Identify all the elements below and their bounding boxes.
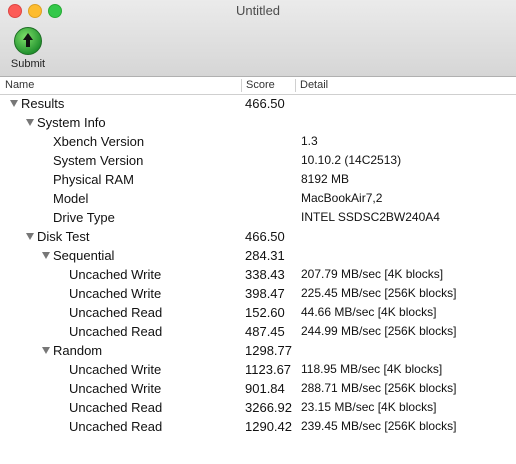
row-score: 398.47 [245,286,285,301]
outline-row[interactable]: Model MacBookAir7,2 [0,189,516,208]
row-label: Random [53,343,103,358]
row-score: 466.50 [245,229,285,244]
disclosure-triangle-icon[interactable] [42,252,50,259]
outline-row[interactable]: Uncached Write 1123.67 118.95 MB/sec [4K b… [0,360,516,379]
row-label: System Version [53,153,144,168]
row-label: Uncached Read [69,400,163,415]
column-header-score[interactable]: Score [246,79,275,91]
outline-row[interactable]: Physical RAM 8192 MB [0,170,516,189]
row-score: 284.31 [245,248,285,263]
disclosure-triangle-icon[interactable] [26,233,34,240]
row-detail: 23.15 MB/sec [4K blocks] [301,400,437,414]
row-detail: 118.95 MB/sec [4K blocks] [301,362,443,376]
row-label: Disk Test [37,229,90,244]
outline-row[interactable]: System Info [0,113,516,132]
row-score: 901.84 [245,381,285,396]
row-label: Xbench Version [53,134,145,149]
xbench-window: Untitled Submit Name Score Detail Result… [0,0,516,464]
row-name: Model [53,191,88,206]
column-divider[interactable] [295,79,296,92]
row-detail: 288.71 MB/sec [256K blocks] [301,381,457,395]
row-label: Model [53,191,89,206]
row-score: 487.45 [245,324,285,339]
outline-row[interactable]: Uncached Read 1290.42 239.45 MB/sec [256K … [0,417,516,436]
row-score: 1123.67 [245,362,292,377]
row-label: Uncached Read [69,305,163,320]
row-detail: 1.3 [301,134,318,148]
row-label: System Info [37,115,106,130]
disclosure-triangle-icon[interactable] [26,119,34,126]
row-name: Uncached Write [69,362,161,377]
row-name: Uncached Read [69,324,162,339]
row-detail: 239.45 MB/sec [256K blocks] [301,419,457,433]
row-name: System Version [53,153,143,168]
disclosure-triangle-icon[interactable] [42,347,50,354]
row-name: Uncached Read [69,305,162,320]
results-outline: Results 466.50 System Info Xbench Version 1.… [0,94,516,436]
row-score: 466.50 [245,96,285,111]
row-name: System Info [26,115,106,130]
outline-row[interactable]: Disk Test 466.50 [0,227,516,246]
outline-row[interactable]: Uncached Read 487.45 244.99 MB/sec [256K b… [0,322,516,341]
outline-row[interactable]: Random 1298.77 [0,341,516,360]
row-label: Uncached Write [69,381,162,396]
row-label: Uncached Read [69,419,163,434]
outline-row[interactable]: Uncached Write 338.43 207.79 MB/sec [4K bl… [0,265,516,284]
outline-row[interactable]: Xbench Version 1.3 [0,132,516,151]
row-label: Sequential [53,248,115,263]
row-label: Drive Type [53,210,115,225]
row-name: Sequential [42,248,114,263]
outline-row[interactable]: Uncached Write 901.84 288.71 MB/sec [256K … [0,379,516,398]
row-label: Uncached Write [69,362,162,377]
row-detail: MacBookAir7,2 [301,191,383,205]
row-label: Uncached Write [69,267,162,282]
row-name: Uncached Read [69,400,162,415]
row-score: 3266.92 [245,400,292,415]
column-header: Name Score Detail [0,77,516,95]
outline-row[interactable]: System Version 10.10.2 (14C2513) [0,151,516,170]
row-name: Uncached Write [69,267,161,282]
row-name: Drive Type [53,210,115,225]
submit-label: Submit [10,58,46,70]
outline-row[interactable]: Uncached Read 3266.92 23.15 MB/sec [4K blo… [0,398,516,417]
row-label: Uncached Read [69,324,163,339]
upload-arrow-icon [14,27,42,55]
outline-row[interactable]: Sequential 284.31 [0,246,516,265]
row-detail: 44.66 MB/sec [4K blocks] [301,305,437,319]
disclosure-triangle-icon[interactable] [10,100,18,107]
row-name: Xbench Version [53,134,144,149]
row-name: Disk Test [26,229,90,244]
column-header-detail[interactable]: Detail [300,79,328,91]
row-score: 152.60 [245,305,285,320]
row-detail: 8192 MB [301,172,350,186]
row-name: Physical RAM [53,172,134,187]
row-score: 1290.42 [245,419,292,434]
row-detail: 10.10.2 (14C2513) [301,153,402,167]
outline-row[interactable]: Uncached Read 152.60 44.66 MB/sec [4K bloc… [0,303,516,322]
row-label: Uncached Write [69,286,162,301]
row-name: Uncached Read [69,419,162,434]
row-detail: INTEL SSDSC2BW240A4 [301,210,440,224]
row-detail: 244.99 MB/sec [256K blocks] [301,324,457,338]
row-detail: 225.45 MB/sec [256K blocks] [301,286,457,300]
outline-row[interactable]: Uncached Write 398.47 225.45 MB/sec [256K … [0,284,516,303]
window-title: Untitled [235,3,281,18]
row-name: Results [10,96,64,111]
row-name: Random [42,343,102,358]
row-score: 1298.77 [245,343,292,358]
row-label: Results [21,96,65,111]
toolbar: Untitled Submit [0,0,516,77]
outline-row[interactable]: Drive Type INTEL SSDSC2BW240A4 [0,208,516,227]
row-name: Uncached Write [69,286,161,301]
submit-button[interactable]: Submit [8,27,48,70]
row-label: Physical RAM [53,172,134,187]
outline-row[interactable]: Results 466.50 [0,94,516,113]
row-score: 338.43 [245,267,285,282]
column-divider[interactable] [241,79,242,92]
column-header-name[interactable]: Name [5,79,34,91]
row-detail: 207.79 MB/sec [4K blocks] [301,267,444,281]
row-name: Uncached Write [69,381,161,396]
